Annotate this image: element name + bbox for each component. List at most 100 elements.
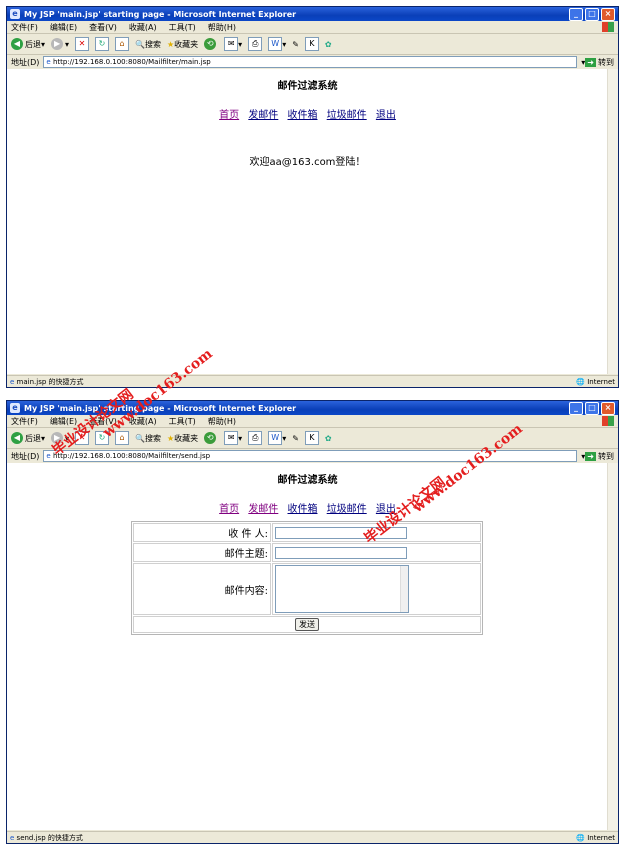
favorites-button[interactable]: ★ 收藏夹 (167, 39, 198, 50)
go-arrow-icon[interactable]: ➜ (585, 451, 596, 461)
mail-button[interactable]: ✉ ▾ (224, 37, 242, 51)
messenger-button[interactable]: ✿ (325, 434, 332, 443)
subject-input[interactable] (275, 546, 407, 559)
zone-label: Internet (587, 833, 615, 842)
address-input[interactable]: e http://192.168.0.100:8080/Mailfilter/m… (43, 56, 578, 68)
status-bar: e main.jsp 的快捷方式 🌐 Internet (7, 375, 618, 387)
minimize-button[interactable]: _ (569, 401, 583, 415)
status-text: send.jsp 的快捷方式 (16, 833, 83, 842)
discuss-button[interactable]: ✎ (292, 434, 299, 443)
close-button[interactable]: × (601, 401, 615, 415)
menu-edit[interactable]: 编辑(E) (50, 22, 77, 33)
globe-icon: 🌐 (576, 377, 585, 386)
ie-logo-icon: e (10, 9, 20, 19)
nav-links: 首页 发邮件 收件箱 垃圾邮件 退出 (7, 106, 608, 121)
nav-spam[interactable]: 垃圾邮件 (327, 110, 367, 121)
nav-send[interactable]: 发邮件 (248, 504, 278, 515)
menu-tools[interactable]: 工具(T) (169, 416, 196, 427)
toolbar: ◀ 后退 ▾ ▶ ▾ ✕ ↻ ⌂ 🔍 搜索 ★ 收藏夹 ⟲ ✉ ▾ ⎙ W ▾ ✎ K ✿ (7, 428, 618, 449)
refresh-icon: ↻ (95, 37, 110, 51)
favorites-button[interactable]: ★ 收藏夹 (167, 433, 198, 444)
menu-view[interactable]: 查看(V) (89, 22, 117, 33)
page-content: 邮件过滤系统 首页 发邮件 收件箱 垃圾邮件 退出 收 件 人: 邮件主题: 邮… (7, 463, 608, 830)
mail-button[interactable]: ✉ ▾ (224, 431, 242, 445)
minimize-button[interactable]: _ (569, 7, 583, 21)
nav-inbox[interactable]: 收件箱 (288, 110, 318, 121)
star-icon: ★ (167, 39, 175, 49)
search-label: 搜索 (145, 39, 161, 49)
menu-file[interactable]: 文件(F) (11, 416, 38, 427)
status-page-icon: e (10, 833, 15, 842)
nav-links: 首页 发邮件 收件箱 垃圾邮件 退出 (7, 500, 608, 515)
search-button[interactable]: 🔍 搜索 (135, 433, 161, 444)
menu-favorites[interactable]: 收藏(A) (129, 22, 157, 33)
content-label: 邮件内容: (133, 563, 271, 615)
nav-logout[interactable]: 退出 (376, 110, 396, 121)
address-label: 地址(D) (11, 451, 40, 461)
go-arrow-icon[interactable]: ➜ (585, 57, 596, 67)
menu-help[interactable]: 帮助(H) (208, 416, 236, 427)
ie-window-send: e My JSP 'main.jsp' starting page - Micr… (6, 400, 619, 844)
edit-button[interactable]: W ▾ (268, 431, 286, 445)
research-icon: K (304, 431, 319, 445)
textarea-scrollbar[interactable] (400, 566, 408, 612)
form-row-subject: 邮件主题: (133, 543, 481, 562)
content-textarea[interactable] (275, 565, 409, 613)
refresh-button[interactable]: ↻ (95, 37, 110, 51)
status-text: main.jsp 的快捷方式 (16, 377, 84, 386)
search-label: 搜索 (145, 433, 161, 443)
home-button[interactable]: ⌂ (115, 37, 130, 51)
window-title: My JSP 'main.jsp' starting page - Micros… (24, 9, 297, 19)
research-button[interactable]: K (304, 431, 319, 445)
history-button[interactable]: ⟲ (204, 432, 218, 444)
menu-file[interactable]: 文件(F) (11, 22, 38, 33)
print-button[interactable]: ⎙ (248, 37, 263, 51)
form-row-content: 邮件内容: (133, 563, 481, 615)
nav-home[interactable]: 首页 (219, 504, 239, 515)
history-icon: ⟲ (204, 38, 217, 50)
print-icon: ⎙ (248, 431, 263, 445)
edit-button[interactable]: W ▾ (268, 37, 286, 51)
windows-logo-icon (602, 22, 614, 32)
forward-arrow-icon: ▶ (51, 38, 64, 50)
page-icon: e (46, 452, 51, 460)
welcome-message: 欢迎aa@163.com登陆！ (249, 157, 366, 168)
back-label: 后退 (25, 39, 41, 49)
nav-spam[interactable]: 垃圾邮件 (327, 504, 367, 515)
forward-button[interactable]: ▶ ▾ (51, 38, 69, 50)
go-button[interactable]: 转到 (598, 451, 614, 462)
globe-icon: 🌐 (576, 833, 585, 842)
history-button[interactable]: ⟲ (204, 38, 218, 50)
maximize-button[interactable]: □ (585, 401, 599, 415)
back-button[interactable]: ◀ 后退 ▾ (11, 38, 45, 50)
print-button[interactable]: ⎙ (248, 431, 263, 445)
page-content: 邮件过滤系统 首页 发邮件 收件箱 垃圾邮件 退出 欢迎aa@163.com登陆… (7, 69, 608, 374)
vertical-scrollbar[interactable] (607, 463, 618, 830)
stop-button[interactable]: ✕ (75, 37, 90, 51)
vertical-scrollbar[interactable] (607, 69, 618, 374)
send-button[interactable]: 发送 (295, 618, 319, 631)
ie-logo-icon: e (10, 403, 20, 413)
menu-tools[interactable]: 工具(T) (169, 22, 196, 33)
research-icon: K (304, 37, 319, 51)
search-button[interactable]: 🔍 搜索 (135, 39, 161, 50)
menu-help[interactable]: 帮助(H) (208, 22, 236, 33)
go-button[interactable]: 转到 (598, 57, 614, 68)
title-bar: e My JSP 'main.jsp' starting page - Micr… (7, 7, 618, 21)
discuss-button[interactable]: ✎ (292, 40, 299, 49)
nav-send[interactable]: 发邮件 (248, 110, 278, 121)
research-button[interactable]: K (304, 37, 319, 51)
close-button[interactable]: × (601, 7, 615, 21)
menu-bar: 文件(F) 编辑(E) 查看(V) 收藏(A) 工具(T) 帮助(H) (7, 21, 618, 34)
status-zone: 🌐 Internet (576, 378, 615, 386)
nav-home[interactable]: 首页 (219, 110, 239, 121)
system-title: 邮件过滤系统 (277, 475, 338, 486)
messenger-button[interactable]: ✿ (325, 40, 332, 49)
discuss-icon: ✎ (292, 433, 299, 443)
back-button[interactable]: ◀ 后退 ▾ (11, 432, 45, 444)
nav-inbox[interactable]: 收件箱 (288, 504, 318, 515)
status-zone: 🌐 Internet (576, 834, 615, 842)
maximize-button[interactable]: □ (585, 7, 599, 21)
recipient-label: 收 件 人: (133, 523, 271, 542)
back-arrow-icon: ◀ (11, 38, 23, 50)
